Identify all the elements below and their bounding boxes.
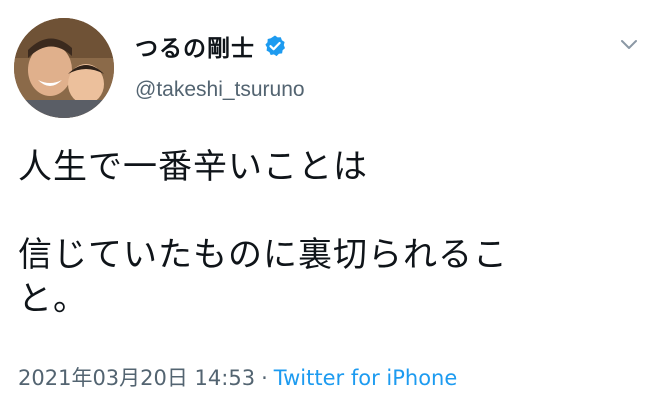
tweet-text-line: と。 [18, 279, 88, 319]
chevron-down-icon[interactable] [618, 36, 640, 54]
tweet-meta: 2021年03月20日 14:53 · Twitter for iPhone [18, 362, 457, 392]
meta-separator: · [261, 366, 268, 390]
tweet-card: つるの剛士 @takeshi_tsuruno 人生で一番辛いことは 信じていたも… [0, 0, 656, 408]
tweet-text-line: 人生で一番辛いことは [18, 147, 368, 187]
verified-badge-icon [263, 34, 287, 58]
tweet-text-line: 信じていたものに裏切られるこ [18, 235, 508, 275]
tweet-timestamp[interactable]: 2021年03月20日 14:53 [18, 366, 255, 390]
avatar[interactable] [14, 18, 114, 118]
tweet-body: 人生で一番辛いことは 信じていたものに裏切られるこ と。 [18, 145, 628, 321]
avatar-photo [14, 18, 114, 118]
tweet-source-link[interactable]: Twitter for iPhone [274, 366, 458, 390]
user-name-row: つるの剛士 [135, 30, 287, 62]
user-handle[interactable]: @takeshi_tsuruno [135, 78, 305, 102]
display-name[interactable]: つるの剛士 [135, 29, 255, 63]
